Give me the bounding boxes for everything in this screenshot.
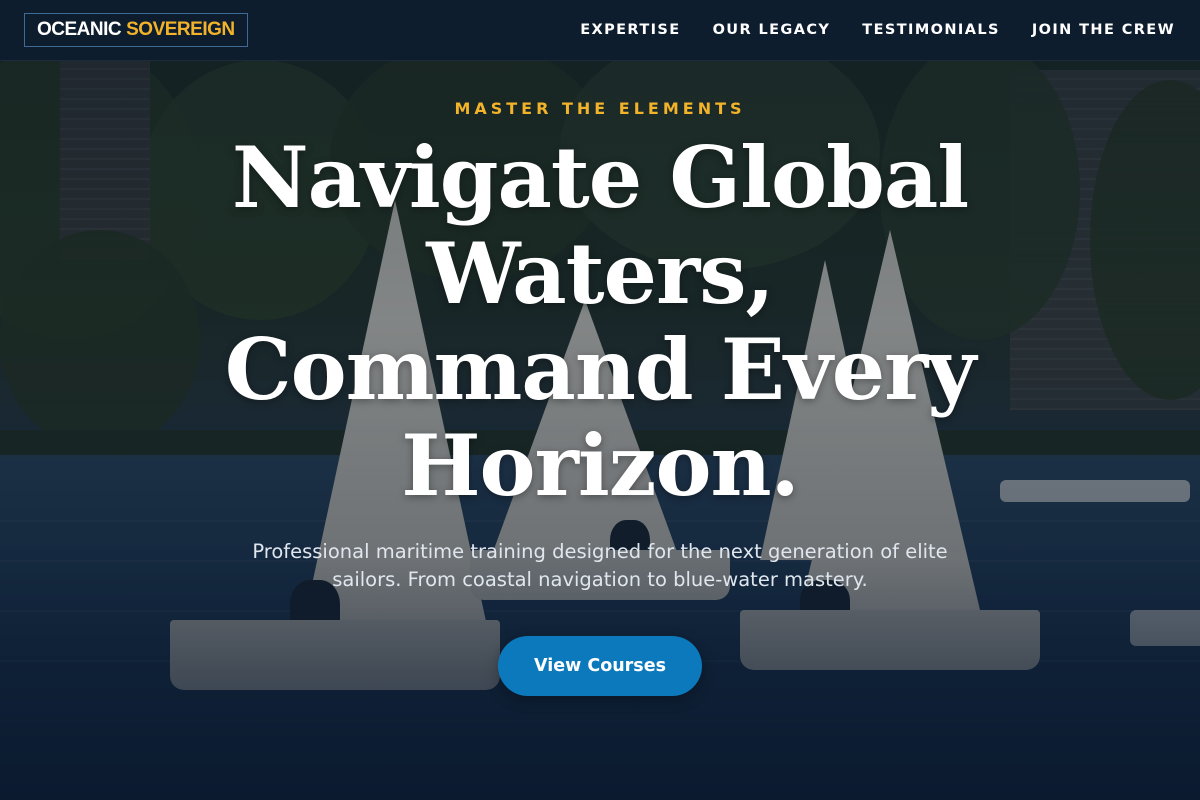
logo-primary-text: OCEANIC [37,19,122,40]
nav-link-join-the-crew[interactable]: JOIN THE CREW [1032,22,1175,38]
site-header: OCEANIC SOVEREIGN EXPERTISE OUR LEGACY T… [0,0,1200,61]
view-courses-button[interactable]: View Courses [498,636,702,696]
nav-link-our-legacy[interactable]: OUR LEGACY [713,22,831,38]
site-logo[interactable]: OCEANIC SOVEREIGN [24,13,248,47]
nav-link-testimonials[interactable]: TESTIMONIALS [862,22,1000,38]
hero-headline: Navigate Global Waters, Command Every Ho… [224,128,976,515]
hero-section: MASTER THE ELEMENTS Navigate Global Wate… [0,61,1200,800]
hero-eyebrow: MASTER THE ELEMENTS [454,99,746,118]
logo-accent-text: SOVEREIGN [126,19,235,40]
main-nav: EXPERTISE OUR LEGACY TESTIMONIALS JOIN T… [580,22,1176,38]
nav-link-expertise[interactable]: EXPERTISE [580,22,680,38]
hero-subtext: Professional maritime training designed … [252,540,948,591]
